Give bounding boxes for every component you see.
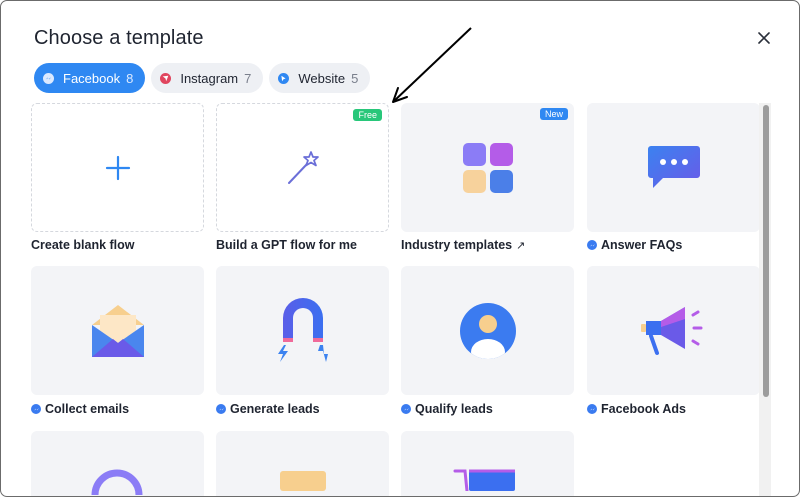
tab-label: Facebook bbox=[63, 70, 121, 86]
tab-label: Instagram bbox=[180, 70, 239, 86]
messenger-icon bbox=[216, 404, 226, 414]
template-card-qualify[interactable] bbox=[401, 266, 574, 395]
template-card-industry[interactable]: New bbox=[401, 103, 574, 232]
card-label: Answer FAQs bbox=[587, 238, 682, 252]
tab-website[interactable]: Website 5 bbox=[269, 63, 371, 93]
grid-icon bbox=[462, 142, 513, 193]
card-label: Generate leads bbox=[216, 402, 320, 416]
card-label: Industry templates ↗ bbox=[401, 238, 526, 252]
template-card-leads[interactable] bbox=[216, 266, 389, 395]
template-card-faq[interactable] bbox=[587, 103, 760, 232]
magnet-icon bbox=[277, 297, 328, 362]
tab-count: 7 bbox=[244, 70, 252, 86]
close-icon[interactable] bbox=[754, 28, 774, 48]
tab-label: Website bbox=[298, 70, 346, 86]
chat-bubble-icon bbox=[647, 145, 700, 188]
plus-icon bbox=[105, 155, 130, 180]
messenger-icon bbox=[587, 240, 597, 250]
scrollbar-thumb[interactable] bbox=[763, 105, 769, 397]
megaphone-icon bbox=[640, 306, 702, 355]
folder-icon bbox=[280, 471, 326, 491]
envelope-icon bbox=[91, 304, 144, 357]
card-label: Create blank flow bbox=[31, 238, 135, 252]
messenger-icon bbox=[401, 404, 411, 414]
template-card-ads[interactable] bbox=[587, 266, 760, 395]
external-link-icon: ↗ bbox=[516, 239, 526, 252]
template-card-blank[interactable] bbox=[31, 103, 204, 232]
template-card-partial-2[interactable] bbox=[216, 431, 389, 496]
tab-facebook[interactable]: Facebook 8 bbox=[34, 63, 146, 93]
card-label: Collect emails bbox=[31, 402, 129, 416]
messenger-icon bbox=[587, 404, 597, 414]
tab-count: 5 bbox=[351, 70, 359, 86]
template-card-emails[interactable] bbox=[31, 266, 204, 395]
template-card-partial-3[interactable] bbox=[401, 431, 574, 496]
cart-icon bbox=[453, 469, 515, 491]
tab-count: 8 bbox=[126, 70, 134, 86]
template-dialog: Choose a template Facebook 8 Instagram 7… bbox=[0, 0, 800, 497]
website-icon bbox=[278, 72, 290, 84]
template-card-gpt[interactable]: Free bbox=[216, 103, 389, 232]
card-label: Facebook Ads bbox=[587, 402, 686, 416]
messenger-icon bbox=[31, 404, 41, 414]
ring-icon bbox=[91, 469, 143, 495]
messenger-icon bbox=[43, 72, 54, 84]
dialog-title: Choose a template bbox=[34, 27, 204, 49]
channel-tabs: Facebook 8 Instagram 7 Website 5 bbox=[34, 63, 371, 93]
user-avatar-icon bbox=[459, 302, 516, 359]
instagram-icon bbox=[160, 72, 172, 84]
template-card-partial-1[interactable] bbox=[31, 431, 204, 496]
card-label: Build a GPT flow for me bbox=[216, 238, 357, 252]
magic-wand-icon bbox=[287, 150, 319, 184]
card-label: Qualify leads bbox=[401, 402, 493, 416]
tab-instagram[interactable]: Instagram 7 bbox=[151, 63, 264, 93]
